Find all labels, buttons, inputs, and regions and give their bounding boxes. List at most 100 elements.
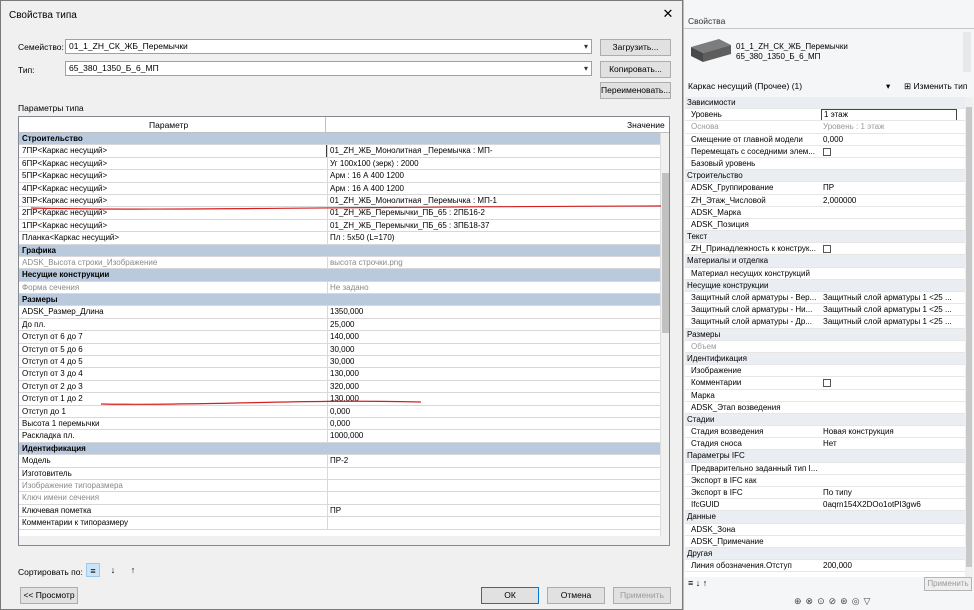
grid-row[interactable]: Планка<Каркас несущий> Пл : 5х50 (L=170) — [19, 232, 661, 245]
grid-row[interactable]: Форма сечения Не задано — [19, 281, 661, 295]
prop-value[interactable]: ПР — [821, 182, 957, 193]
param-value[interactable]: высота строчки.png — [327, 256, 661, 269]
grid-row[interactable]: ADSK_Размер_Длина 1350,000 — [19, 306, 661, 319]
grid-row[interactable]: Изготовитель — [19, 467, 661, 480]
grid-row[interactable]: Ключ имени сечения — [19, 492, 661, 505]
apply-button[interactable]: Применить — [613, 587, 671, 604]
instance-selector[interactable]: Каркас несущий (Прочее) (1) ▾ — [686, 79, 896, 93]
param-value[interactable]: 1000,000 — [327, 430, 661, 442]
edit-type-button[interactable]: ⊞ Изменить тип — [904, 79, 967, 93]
prop-row[interactable]: ADSK_Группирование ПР — [685, 182, 965, 195]
grid-row[interactable]: Отступ от 4 до 5 30,000 — [19, 356, 661, 369]
prop-row[interactable]: Материал несущих конструкций — [685, 268, 965, 280]
param-value[interactable]: 130,000 — [327, 393, 661, 405]
prop-row[interactable]: Базовый уровень — [685, 158, 965, 171]
param-value[interactable]: 01_ZH_ЖБ_Перемычки_ПБ_65 : 2ПБ16-2 — [327, 207, 661, 219]
load-button[interactable]: Загрузить... — [600, 39, 671, 56]
prop-row[interactable]: Перемещать с соседними элем... — [685, 146, 965, 158]
prop-row[interactable]: ADSK_Позиция — [685, 219, 965, 232]
grid-row[interactable]: Отступ от 5 до 6 30,000 — [19, 343, 661, 357]
grid-row[interactable]: 4ПР<Каркас несущий> Арм : 16 А 400 1200 — [19, 182, 661, 195]
prop-value[interactable]: 0aqrn154X2DOo1otPI3gw6 — [821, 499, 957, 510]
prop-row[interactable]: Защитный слой арматуры - Ни... Защитный с… — [685, 304, 965, 317]
prop-category[interactable]: Несущие конструкции — [685, 279, 965, 292]
cancel-button[interactable]: Отмена — [547, 587, 605, 604]
grid-row[interactable]: Отступ от 3 до 4 130,000 — [19, 368, 661, 381]
prop-row[interactable]: Стадия сноса Нет — [685, 438, 965, 451]
param-value[interactable]: ПР-2 — [327, 455, 661, 467]
prop-row[interactable]: Комментарии — [685, 377, 965, 390]
prop-row[interactable]: Линия обозначения.Отступ 200,000 — [685, 560, 965, 573]
param-value[interactable]: Уг 100х100 (зерк) : 2000 — [327, 157, 661, 170]
grid-row[interactable]: 6ПР<Каркас несущий> Уг 100х100 (зерк) : 2… — [19, 157, 661, 171]
prop-category[interactable]: Материалы и отделка — [685, 255, 965, 268]
palette-scrollbar[interactable] — [965, 97, 973, 577]
view-tray-icons[interactable]: ⊕⊗⊙⊘⊛◎▽ — [794, 596, 874, 607]
type-select[interactable]: 65_380_1350_Б_6_МП ▾ — [65, 61, 592, 76]
grid-row[interactable]: 1ПР<Каркас несущий> 01_ZH_ЖБ_Перемычки_ПБ… — [19, 219, 661, 233]
prop-row[interactable]: Стадия возведения Новая конструкция — [685, 426, 965, 439]
prop-value[interactable]: Уровень : 1 этаж — [821, 121, 957, 132]
grid-row[interactable]: 2ПР<Каркас несущий> 01_ZH_ЖБ_Перемычки_ПБ… — [19, 207, 661, 220]
prop-value[interactable]: По типу — [821, 487, 957, 498]
prop-row[interactable]: ADSK_Примечание — [685, 536, 965, 548]
checkbox-icon[interactable] — [823, 245, 831, 254]
rename-button[interactable]: Переименовать... — [600, 82, 671, 99]
param-value[interactable]: ПР — [327, 504, 661, 517]
prop-checkbox[interactable] — [821, 377, 957, 388]
param-value[interactable]: 0,000 — [327, 405, 661, 417]
prop-category[interactable]: Параметры IFC — [685, 450, 965, 463]
grid-row[interactable]: Ключевая пометка ПР — [19, 504, 661, 518]
param-value[interactable]: 01_ZH_ЖБ_Монолитная _Перемычка : МП- — [326, 145, 661, 157]
prop-row[interactable]: Экспорт в IFC По типу — [685, 487, 965, 500]
param-value[interactable]: 140,000 — [327, 331, 661, 343]
preview-button[interactable]: << Просмотр — [20, 587, 78, 604]
grid-row[interactable]: 7ПР<Каркас несущий> 01_ZH_ЖБ_Монолитная _… — [19, 145, 661, 158]
param-value[interactable] — [327, 467, 661, 479]
checkbox-icon[interactable] — [823, 147, 831, 156]
prop-value[interactable]: 0,000 — [821, 134, 957, 145]
family-select[interactable]: 01_1_ZH_СК_ЖБ_Перемычки ▾ — [65, 39, 592, 54]
grid-row[interactable]: Отступ от 2 до 3 320,000 — [19, 380, 661, 394]
close-icon[interactable]: ✕ — [660, 6, 676, 22]
grid-row[interactable]: ADSK_Высота строки_Изображение высота стр… — [19, 256, 661, 270]
prop-row[interactable]: Защитный слой арматуры - Вер... Защитный … — [685, 292, 965, 305]
prop-value[interactable]: Защитный слой арматуры 1 <25 ... — [821, 292, 957, 303]
grid-row[interactable]: Отступ до 1 0,000 — [19, 405, 661, 418]
prop-value[interactable]: Нет — [821, 438, 957, 449]
param-value[interactable] — [327, 479, 661, 492]
param-value[interactable]: 1350,000 — [327, 306, 661, 318]
grid-row[interactable]: Модель ПР-2 — [19, 455, 661, 468]
param-value[interactable]: 30,000 — [327, 356, 661, 368]
prop-row[interactable]: Уровень 1 этаж — [685, 109, 965, 122]
param-value[interactable]: Арм : 16 А 400 1200 — [327, 182, 661, 194]
prop-value[interactable]: Новая конструкция — [821, 426, 957, 437]
param-value[interactable] — [327, 492, 661, 504]
prop-value[interactable]: Защитный слой арматуры 1 <25 ... — [821, 304, 957, 315]
type-scrollbar[interactable] — [963, 32, 971, 72]
grid-row[interactable]: 3ПР<Каркас несущий> 01_ZH_ЖБ_Монолитная _… — [19, 194, 661, 208]
prop-category[interactable]: Строительство — [685, 170, 965, 183]
param-value[interactable]: 0,000 — [327, 417, 661, 430]
grid-row[interactable]: 5ПР<Каркас несущий> Арм : 16 А 400 1200 — [19, 170, 661, 183]
palette-apply-button[interactable]: Применить — [924, 577, 972, 591]
param-value[interactable]: Не задано — [327, 281, 661, 294]
prop-row[interactable]: Предварительно заданный тип I... — [685, 463, 965, 475]
param-value[interactable]: Арм : 16 А 400 1200 — [327, 170, 661, 182]
prop-row[interactable]: Изображение — [685, 365, 965, 378]
prop-checkbox[interactable] — [821, 146, 957, 157]
prop-row[interactable]: Марка — [685, 390, 965, 402]
prop-value[interactable]: 200,000 — [821, 560, 957, 571]
grid-hscrollbar[interactable] — [19, 536, 669, 545]
prop-checkbox[interactable] — [821, 243, 957, 254]
prop-row[interactable]: Основа Уровень : 1 этаж — [685, 121, 965, 134]
prop-category[interactable]: Идентификация — [685, 352, 965, 366]
prop-category[interactable]: Текст — [685, 231, 965, 244]
prop-category[interactable]: Размеры — [685, 328, 965, 341]
param-value[interactable]: 320,000 — [327, 380, 661, 393]
grid-row[interactable]: Изображение типоразмера — [19, 479, 661, 493]
copy-button[interactable]: Копировать... — [600, 61, 671, 78]
grid-row[interactable]: Комментарии к типоразмеру — [19, 517, 661, 530]
prop-row[interactable]: Объем — [685, 341, 965, 353]
prop-category[interactable]: Данные — [685, 511, 965, 524]
